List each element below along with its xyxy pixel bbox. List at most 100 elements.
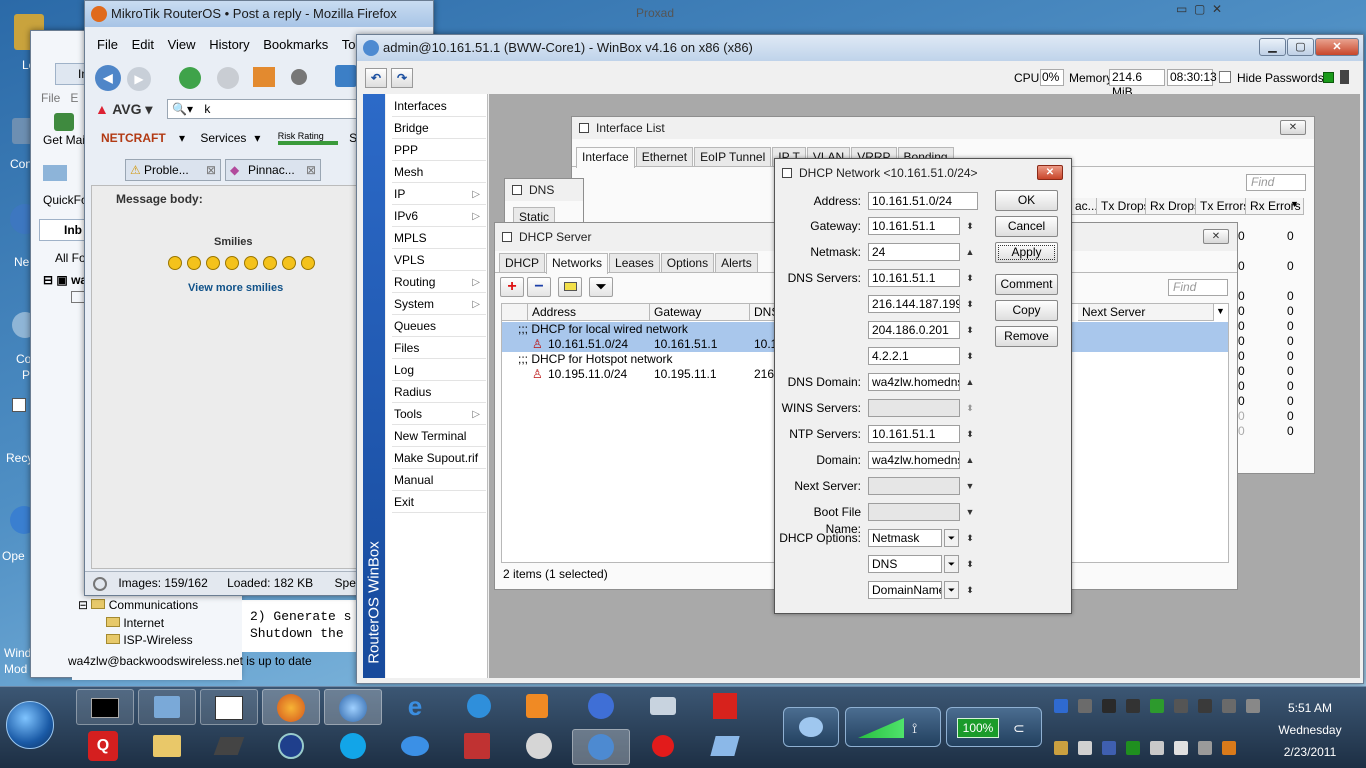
menu-item-manual[interactable]: Manual (392, 470, 486, 491)
boot-file-dropdown-icon[interactable]: ▼ (964, 503, 976, 521)
ie-icon[interactable]: e (398, 691, 432, 721)
add-button[interactable]: + (500, 277, 524, 297)
dns-server-2-field[interactable]: 216.144.187.199 (868, 295, 960, 313)
quicken-icon[interactable]: Q (88, 731, 118, 761)
dhcp-option-1-field[interactable]: Netmask (868, 529, 942, 547)
forward-button[interactable]: ▶ (127, 67, 151, 91)
dhcp-server-close-button[interactable]: ✕ (1203, 229, 1229, 244)
tray-icon[interactable] (1150, 699, 1164, 713)
copy-button[interactable]: Copy (995, 300, 1058, 321)
folder-item[interactable]: ISP-Wireless (106, 633, 193, 647)
account-node[interactable]: ⊟ ▣ wa (43, 273, 87, 287)
smiley-icon[interactable] (225, 256, 239, 270)
dhcp-network-titlebar[interactable]: DHCP Network <10.161.51.0/24> ✕ (775, 159, 1071, 187)
record-icon[interactable] (646, 731, 680, 761)
dhcp-option-1-dropdown-icon[interactable]: ⏷ (944, 529, 959, 547)
menu-edit[interactable]: Edit (132, 37, 154, 52)
acrobat-icon[interactable] (708, 691, 742, 721)
tray-icon[interactable] (1174, 741, 1188, 755)
tray-icon[interactable] (1198, 741, 1212, 755)
home-icon[interactable] (253, 67, 275, 87)
tray-icon[interactable] (1078, 699, 1092, 713)
mail-addressbook-icon[interactable] (43, 165, 67, 181)
menu-item-radius[interactable]: Radius (392, 382, 486, 403)
firefox-tab[interactable]: ◆ Pinnac... ⊠ (225, 159, 321, 181)
winbox-titlebar[interactable]: admin@10.161.51.1 (BWW-Core1) - WinBox v… (357, 35, 1363, 61)
dns-server-4-spinner-icon[interactable]: ⬍ (964, 347, 976, 365)
menu-item-ipv6[interactable]: IPv6 ▷ (392, 206, 486, 227)
filter-button[interactable]: ⏷ (589, 277, 613, 297)
column-dropdown-icon[interactable]: ▼ (1290, 199, 1299, 209)
accessibility-icon[interactable] (335, 65, 357, 87)
dns-domain-field[interactable]: wa4zlw.homedns.c (868, 373, 960, 391)
dns-titlebar[interactable]: DNS (505, 179, 583, 201)
switch-icon[interactable] (212, 731, 246, 761)
tray-icon[interactable] (1078, 741, 1092, 755)
gateway-spinner-icon[interactable]: ⬍ (964, 217, 976, 235)
column-header-gateway[interactable]: Gateway (650, 304, 750, 321)
desktop-icon-recycle[interactable] (12, 398, 26, 412)
domain-field[interactable]: wa4zlw.homedns.c (868, 451, 960, 469)
netcraft-logo[interactable]: NETCRAFT (101, 131, 166, 145)
media-center-icon[interactable] (274, 731, 308, 761)
quicktime-icon[interactable] (462, 691, 496, 721)
menu-item-tools[interactable]: Tools ▷ (392, 404, 486, 425)
menu-file[interactable]: File (97, 37, 118, 52)
folder-item[interactable]: Internet (106, 616, 164, 630)
taskbar-winbox-button[interactable] (572, 729, 630, 765)
menu-item-vpls[interactable]: VPLS (392, 250, 486, 271)
column-header-next-server[interactable]: Next Server (1078, 304, 1214, 321)
all-folders-label[interactable]: All Fo (55, 251, 86, 265)
maximize-button[interactable]: ▢ (1287, 38, 1314, 56)
tab-networks[interactable]: Networks (546, 253, 609, 274)
addon-icon[interactable] (291, 69, 307, 85)
menu-item-ip[interactable]: IP ▷ (392, 184, 486, 205)
interface-list-titlebar[interactable]: Interface List ✕ (572, 117, 1314, 139)
dns-server-3-spinner-icon[interactable]: ⬍ (964, 321, 976, 339)
column-header-ac[interactable]: ac... (1071, 198, 1097, 215)
menu-bookmarks[interactable]: Bookmarks (263, 37, 328, 52)
menu-item-system[interactable]: System ▷ (392, 294, 486, 315)
smiley-icon[interactable] (168, 256, 182, 270)
menu-item-ppp[interactable]: PPP (392, 140, 486, 161)
tray-icon[interactable] (1222, 741, 1236, 755)
tab-interface[interactable]: Interface (576, 147, 635, 168)
column-header-tx-drops[interactable]: Tx Drops (1097, 198, 1146, 215)
domain-up-icon[interactable]: ▲ (964, 451, 976, 469)
menu-item-routing[interactable]: Routing ▷ (392, 272, 486, 293)
tray-icon[interactable] (1150, 741, 1164, 755)
tray-icon[interactable] (1246, 699, 1260, 713)
column-dropdown-icon[interactable]: ▼ (1216, 306, 1225, 316)
tab-close-icon[interactable]: ⊠ (306, 160, 316, 180)
tab-eoip-tunnel[interactable]: EoIP Tunnel (694, 147, 772, 166)
menu-file[interactable]: File (41, 91, 60, 105)
dhcp-option-2-dropdown-icon[interactable]: ⏷ (944, 555, 959, 573)
ntp-servers-spinner-icon[interactable]: ⬍ (964, 425, 976, 443)
hide-passwords-label[interactable]: Hide Passwords (1237, 71, 1324, 85)
quickfilter-label[interactable]: QuickFo (43, 193, 88, 207)
tray-icon[interactable] (1198, 699, 1212, 713)
firefox-tab[interactable]: ⚠ Proble... ⊠ (125, 159, 221, 181)
tab-ethernet[interactable]: Ethernet (635, 147, 694, 166)
remove-button[interactable]: − (527, 277, 551, 297)
dns-domain-up-icon[interactable]: ▲ (964, 373, 976, 391)
next-server-field[interactable] (868, 477, 960, 495)
back-button[interactable]: ◀ (95, 65, 121, 91)
tab-close-icon[interactable]: ⊠ (206, 160, 216, 180)
tray-icon[interactable] (1126, 741, 1140, 755)
address-field[interactable]: 10.161.51.0/24 (868, 192, 978, 210)
ok-button[interactable]: OK (995, 190, 1058, 211)
battery-widget[interactable]: 100% ⊂ (946, 707, 1042, 747)
scanner-icon[interactable] (646, 691, 680, 721)
ntp-servers-field[interactable]: 10.161.51.1 (868, 425, 960, 443)
gateway-field[interactable]: 10.161.51.1 (868, 217, 960, 235)
menu-history[interactable]: History (209, 37, 249, 52)
taskbar-remote-button[interactable] (138, 689, 196, 725)
dns-server-4-field[interactable]: 4.2.2.1 (868, 347, 960, 365)
tray-icon[interactable] (1054, 741, 1068, 755)
paint-icon[interactable] (460, 731, 494, 761)
start-button[interactable] (6, 701, 54, 749)
view-more-smilies-link[interactable]: View more smilies (188, 282, 283, 294)
cd-icon[interactable] (522, 731, 556, 761)
tab-options[interactable]: Options (660, 253, 715, 272)
